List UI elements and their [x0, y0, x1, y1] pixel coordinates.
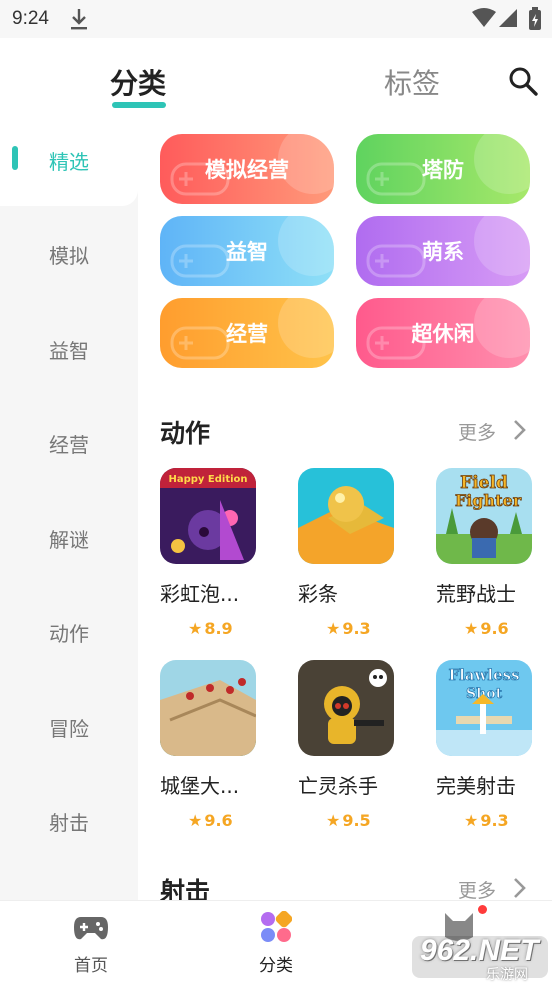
game-rating: ★ 9.5 — [326, 811, 371, 830]
star-icon: ★ — [464, 619, 479, 638]
game-icon-undead-killer[interactable] — [298, 660, 394, 756]
category-pill-sim-management[interactable]: 模拟经营 — [160, 134, 334, 204]
top-tab-bar: 分类 标签 — [0, 38, 552, 122]
game-name: 完美射击 — [436, 774, 516, 798]
gamepad-icon — [366, 244, 426, 278]
pill-label: 萌系 — [422, 240, 464, 264]
star-icon: ★ — [464, 811, 479, 830]
star-icon: ★ — [326, 619, 341, 638]
watermark-subtext: 乐游网 — [486, 967, 528, 983]
nav-category[interactable]: 分类 — [231, 910, 321, 976]
game-name: 亡灵杀手 — [298, 774, 378, 798]
status-time: 9:24 — [12, 8, 49, 29]
category-pill-tower-defense[interactable]: 塔防 — [356, 134, 530, 204]
download-icon — [71, 9, 87, 30]
category-grid-icon — [261, 910, 293, 942]
game-name: 城堡大... — [160, 774, 240, 798]
icon-caption: Flawless — [448, 666, 519, 684]
tab-category[interactable]: 分类 — [110, 62, 166, 102]
game-card[interactable]: 亡灵杀手 ★ 9.5 — [298, 660, 398, 830]
game-card[interactable]: Flawless Shot 完美射击 ★ 9.3 — [436, 660, 536, 830]
game-card[interactable]: 城堡大... ★ 9.6 — [160, 660, 260, 830]
pill-label: 模拟经营 — [205, 158, 289, 182]
sidebar-item-puzzle[interactable]: 益智 — [0, 335, 138, 364]
pill-decoration — [278, 298, 334, 358]
gamepad-icon — [170, 244, 230, 278]
chevron-right-icon[interactable] — [512, 418, 528, 442]
game-name: 荒野战士 — [436, 582, 516, 606]
sidebar-item-featured[interactable]: 精选 — [0, 146, 138, 175]
tab-tags[interactable]: 标签 — [384, 62, 440, 102]
icon-caption: Fighter — [455, 491, 522, 510]
game-name: 彩条 — [298, 582, 338, 606]
game-icon-field-fighter[interactable]: Field Fighter — [436, 468, 532, 564]
game-rating: ★ 9.3 — [464, 811, 509, 830]
icon-caption: Happy Edition — [168, 474, 247, 485]
sidebar-item-simulation[interactable]: 模拟 — [0, 240, 138, 269]
game-icon-color-bar[interactable] — [298, 468, 394, 564]
chevron-right-icon[interactable] — [512, 876, 528, 900]
game-icon-rainbow-bubble[interactable]: Happy Edition — [160, 468, 256, 564]
category-pill-puzzle[interactable]: 益智 — [160, 216, 334, 286]
nav-home-label: 首页 — [74, 956, 108, 976]
gamepad-icon — [366, 162, 426, 196]
pill-label: 超休闲 — [411, 322, 475, 346]
sidebar-item-adventure[interactable]: 冒险 — [0, 713, 138, 742]
sidebar-item-mystery[interactable]: 解谜 — [0, 524, 138, 553]
pill-decoration — [474, 298, 530, 358]
active-tab-indicator — [112, 102, 166, 108]
nav-category-label: 分类 — [259, 956, 293, 976]
game-card[interactable]: Happy Edition 彩虹泡... ★ 8.9 — [160, 468, 260, 638]
category-pill-cute[interactable]: 萌系 — [356, 216, 530, 286]
more-link-shooting[interactable]: 更多 — [458, 876, 496, 900]
signal-icon — [499, 9, 517, 27]
notification-dot — [478, 905, 487, 914]
gamepad-icon — [170, 326, 230, 360]
gamepad-icon — [74, 917, 108, 940]
wifi-icon — [472, 8, 496, 27]
star-icon: ★ — [188, 811, 203, 830]
category-pill-management[interactable]: 经营 — [160, 298, 334, 368]
game-rating: ★ 9.3 — [326, 619, 371, 638]
pill-decoration — [278, 216, 334, 276]
icon-caption: Field — [460, 473, 508, 493]
game-card[interactable]: 彩条 ★ 9.3 — [298, 468, 398, 638]
game-name: 彩虹泡... — [160, 582, 240, 606]
star-icon: ★ — [326, 811, 341, 830]
pill-decoration — [474, 216, 530, 276]
watermark-text: 962.NET — [420, 934, 539, 967]
pill-label: 益智 — [226, 240, 268, 264]
star-icon: ★ — [188, 619, 203, 638]
main-content: 模拟经营 塔防 益智 萌系 经营 超休闲 动作 更多 Happy Edition — [138, 122, 552, 900]
sidebar-item-action[interactable]: 动作 — [0, 618, 138, 647]
game-icon-castle[interactable] — [160, 660, 256, 756]
category-pill-hyper-casual[interactable]: 超休闲 — [356, 298, 530, 368]
section-title-action: 动作 — [160, 419, 211, 448]
game-rating: ★ 9.6 — [188, 811, 233, 830]
section-title-shooting: 射击 — [160, 877, 211, 900]
game-rating: ★ 8.9 — [188, 619, 233, 638]
sidebar-item-management[interactable]: 经营 — [0, 429, 138, 458]
search-icon[interactable] — [506, 64, 540, 98]
nav-home[interactable]: 首页 — [46, 911, 136, 976]
sidebar-item-shooting[interactable]: 射击 — [0, 807, 138, 836]
game-card[interactable]: Field Fighter 荒野战士 ★ 9.6 — [436, 468, 536, 638]
game-icon-perfect-shot[interactable]: Flawless Shot — [436, 660, 532, 756]
status-bar: 9:24 — [0, 0, 552, 38]
category-sidebar: 精选 模拟 益智 经营 解谜 动作 冒险 射击 — [0, 122, 138, 900]
battery-icon — [529, 7, 541, 30]
pill-label: 经营 — [226, 322, 268, 346]
pill-decoration — [474, 134, 530, 194]
more-link-action[interactable]: 更多 — [458, 418, 496, 445]
pill-label: 塔防 — [422, 158, 464, 182]
game-rating: ★ 9.6 — [464, 619, 509, 638]
